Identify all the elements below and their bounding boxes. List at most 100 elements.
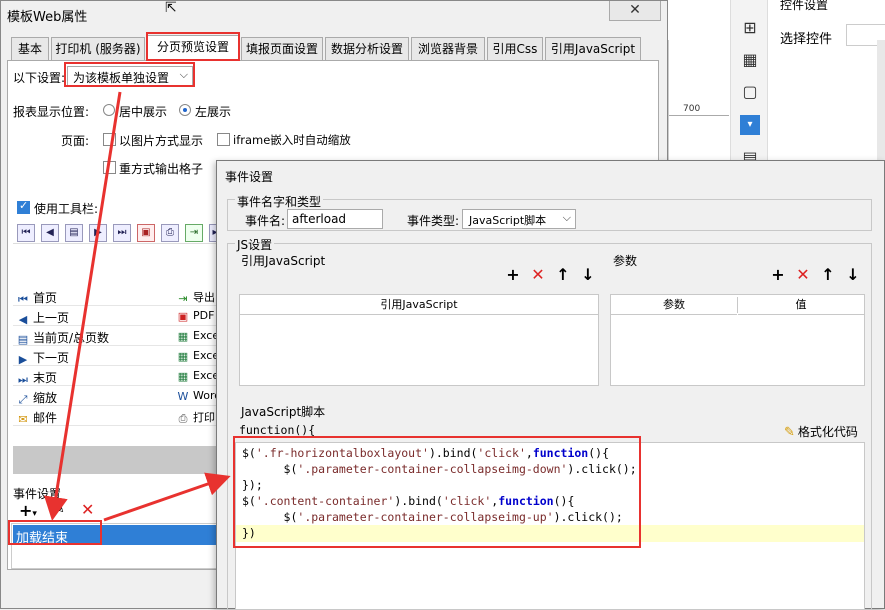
row-label-left: 当前页/总页数 [33, 331, 110, 345]
close-button[interactable]: ✕ [609, 1, 661, 21]
tab-ref-css[interactable]: 引用Css [487, 37, 543, 61]
page-label: 页面: [61, 134, 90, 148]
image-mode-label: 以图片方式显示 [119, 134, 204, 148]
layout-icon[interactable]: ⊞ [740, 18, 760, 38]
prev-page-icon: ◀ [18, 313, 28, 326]
add-param-button[interactable]: + [770, 267, 786, 283]
name-type-group-title: 事件名字和类型 [235, 193, 324, 210]
export-icon[interactable]: ⇥ [185, 224, 203, 242]
mode-select-value: 为该模板单独设置 [73, 71, 170, 85]
next-page-icon[interactable]: ▶ [89, 224, 107, 242]
format-code-button[interactable]: ✎ 格式化代码 [784, 423, 858, 440]
radio-center[interactable] [103, 104, 115, 116]
tab-printer[interactable]: 打印机 (服务器) [51, 37, 145, 61]
row-label-left: 末页 [33, 371, 58, 385]
toolbar-row[interactable]: ✉ 邮件 ⎙ 打印 [13, 406, 223, 426]
event-type-label: 事件类型: [407, 214, 460, 228]
mouse-cursor-icon: ⇱ [165, 0, 177, 16]
grid-icon[interactable]: ▦ [740, 50, 760, 70]
add-ref-js-button[interactable]: + [505, 267, 521, 283]
word-icon: W [177, 390, 189, 403]
code-line: $('.content-container').bind('click',fun… [242, 494, 575, 508]
event-name-value: afterload [292, 212, 347, 226]
iframe-zoom-label: iframe嵌入时自动缩放 [233, 133, 351, 147]
move-up-ref-js-button[interactable]: ↑ [555, 267, 571, 283]
last-page-icon: ⏭ [18, 373, 28, 386]
event-name-input[interactable]: afterload [287, 209, 383, 229]
js-settings-group-title: JS设置 [235, 236, 275, 253]
tab-ref-javascript[interactable]: 引用JavaScript [545, 37, 641, 61]
export-icon: ⇥ [178, 292, 188, 305]
toolbar-preview: ⏮ ◀ ▤ ▶ ⏭ ▣ ⎙ ⇥ ▸ [13, 222, 223, 244]
current-line-highlight [236, 525, 864, 542]
toolbar-drop-area [13, 446, 223, 474]
use-toolbar-label: 使用工具栏: [34, 202, 99, 216]
code-line: $('.parameter-container-collapseimg-up')… [242, 510, 623, 524]
delete-icon[interactable]: ✕ [81, 500, 94, 519]
position-label: 报表显示位置: [13, 105, 90, 119]
ref-js-label: 引用JavaScript [241, 254, 326, 268]
function-header: function(){ [239, 423, 316, 437]
first-page-icon[interactable]: ⏮ [17, 224, 35, 242]
params-label: 参数 [613, 254, 638, 268]
row-label-right: 导出 [193, 291, 215, 304]
frame-icon[interactable]: ▢ [740, 82, 760, 102]
radio-center-label: 居中展示 [119, 105, 168, 119]
repeat-output-label: 重方式输出格子 [119, 162, 204, 176]
event-list: 加载结束 [11, 523, 223, 569]
row-label-left: 缩放 [33, 391, 58, 405]
dropdown-widget-icon[interactable]: ▾ [740, 115, 760, 135]
move-down-param-button[interactable]: ↓ [845, 267, 861, 283]
toolbar-row[interactable]: ⤢ 缩放 W Word [13, 386, 223, 406]
toolbar-row[interactable]: ⏭ 末页 ▦ Excel [13, 366, 223, 386]
mode-select[interactable]: 为该模板单独设置 ⌵ [67, 66, 193, 86]
code-line: }) [242, 526, 256, 540]
page-number-icon: ▤ [17, 333, 29, 346]
move-down-ref-js-button[interactable]: ↓ [580, 267, 596, 283]
event-type-select[interactable]: JavaScript脚本 ⌵ [462, 209, 576, 229]
code-line: $('.parameter-container-collapseimg-down… [242, 462, 637, 476]
edit-icon[interactable]: ✎ [53, 501, 65, 517]
tab-pagination-preview[interactable]: 分页预览设置 [147, 35, 239, 61]
excel-icon: ▦ [177, 330, 189, 343]
use-toolbar-checkbox[interactable] [17, 199, 30, 214]
list-item[interactable]: 加载结束 [13, 525, 223, 546]
toolbar-row[interactable]: ⏮ 首页 ⇥ 导出 [13, 286, 223, 306]
event-settings-dialog: 事件设置 事件名字和类型 事件名: afterload 事件类型: JavaSc… [216, 160, 885, 610]
tab-basic[interactable]: 基本 [11, 37, 49, 61]
event-settings-label: 事件设置 [13, 487, 62, 501]
page-number-icon[interactable]: ▤ [65, 224, 83, 242]
prev-page-icon[interactable]: ◀ [41, 224, 59, 242]
pdf-icon[interactable]: ▣ [137, 224, 155, 242]
row-label-left: 上一页 [33, 311, 70, 325]
code-line: $('.fr-horizontalboxlayout').bind('click… [242, 446, 609, 460]
add-event-button[interactable]: +▾ [19, 501, 37, 520]
move-up-param-button[interactable]: ↑ [820, 267, 836, 283]
last-page-icon[interactable]: ⏭ [113, 224, 131, 242]
event-type-value: JavaScript脚本 [469, 214, 547, 227]
properties-title: 控件设置 [780, 0, 829, 12]
toolbar-row[interactable]: ◀ 上一页 ▣ PDF [13, 306, 223, 326]
tab-browser-background[interactable]: 浏览器背景 [411, 37, 485, 61]
ruler-tick: 700 [683, 104, 701, 114]
excel-icon: ▦ [177, 370, 189, 383]
ref-js-table: 引用JavaScript [239, 294, 599, 386]
row-label-left: 首页 [33, 291, 58, 305]
next-page-icon: ▶ [18, 353, 28, 366]
param-column-header: 参数 [611, 295, 737, 315]
mail-icon: ✉ [18, 413, 28, 426]
repeat-output-checkbox[interactable] [103, 161, 116, 174]
code-editor[interactable]: $('.fr-horizontalboxlayout').bind('click… [235, 442, 865, 610]
iframe-zoom-checkbox[interactable] [217, 133, 230, 146]
toolbar-row[interactable]: ▶ 下一页 ▦ Excel [13, 346, 223, 366]
image-mode-checkbox[interactable] [103, 133, 116, 146]
event-item-label: 加载结束 [16, 531, 69, 546]
radio-left[interactable] [179, 104, 191, 116]
print-icon[interactable]: ⎙ [161, 224, 179, 242]
tab-fill-page[interactable]: 填报页面设置 [241, 37, 323, 61]
toolbar-row[interactable]: ▤ 当前页/总页数 ▦ Excel [13, 326, 223, 346]
select-control-label: 选择控件 [780, 32, 833, 47]
delete-param-button[interactable]: ✕ [795, 267, 811, 283]
delete-ref-js-button[interactable]: ✕ [530, 267, 546, 283]
tab-data-analysis[interactable]: 数据分析设置 [325, 37, 409, 61]
